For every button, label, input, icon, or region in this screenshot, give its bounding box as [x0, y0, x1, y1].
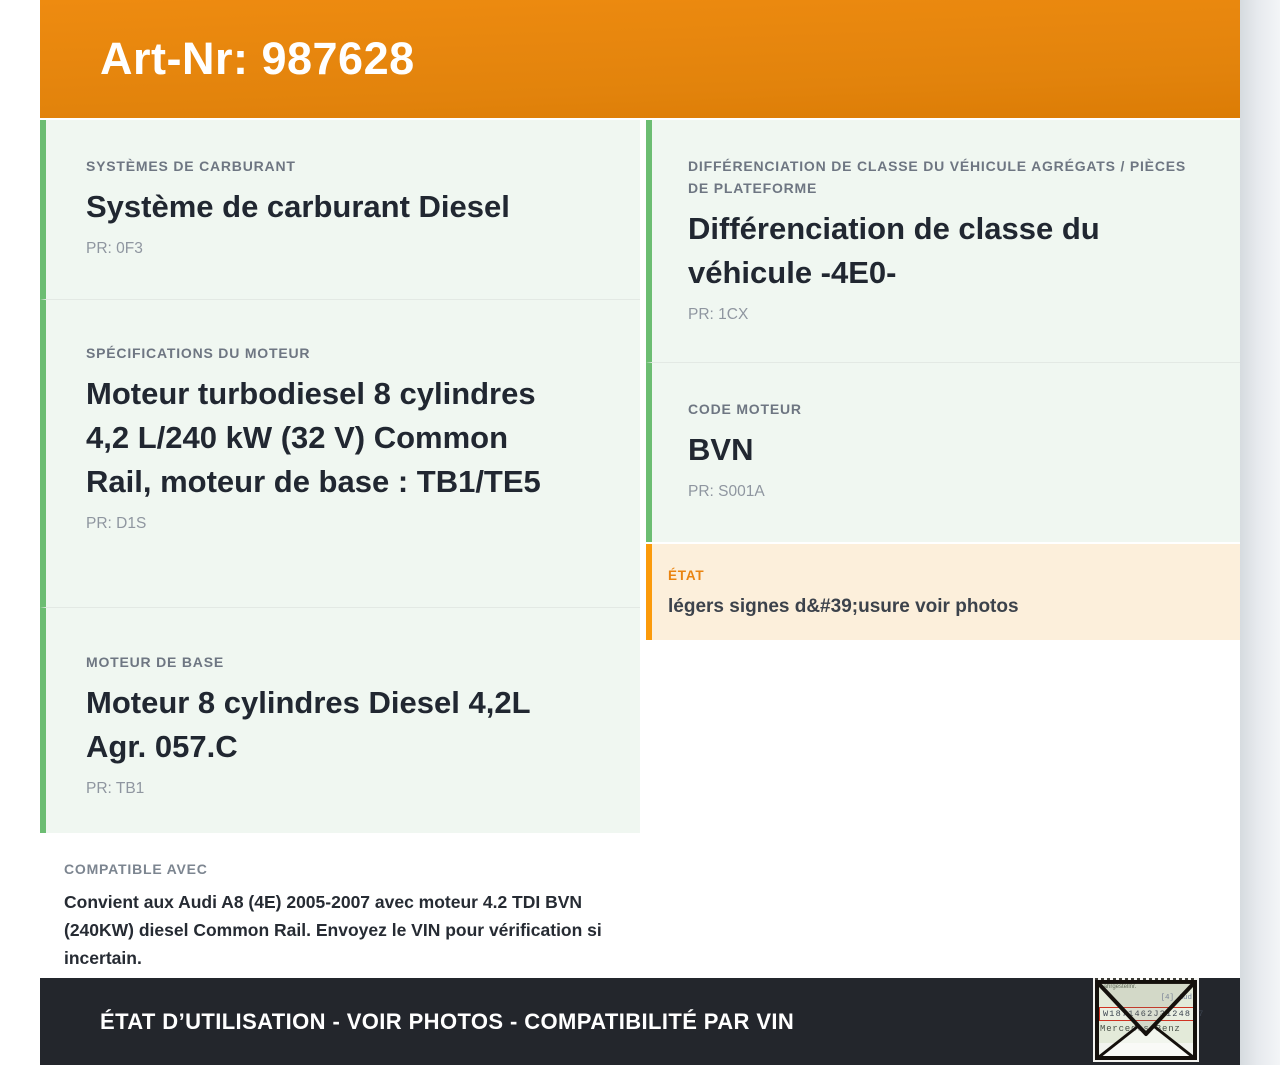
article-number-title: Art-Nr: 987628 — [100, 33, 415, 84]
right-column: DIFFÉRENCIATION DE CLASSE DU VÉHICULE AG… — [646, 120, 1240, 640]
listing-page: Art-Nr: 987628 SYSTÈMES DE CARBURANT Sys… — [0, 0, 1280, 1065]
vehicle-class-label: DIFFÉRENCIATION DE CLASSE DU VÉHICULE AG… — [688, 158, 1187, 196]
right-edge-shadow — [1240, 0, 1280, 1065]
fuel-system-pr-code: PR: 0F3 — [86, 240, 143, 257]
engine-code-card: CODE MOTEUR BVN PR: S001A — [646, 362, 1240, 542]
footer-text: ÉTAT D’UTILISATION - VOIR PHOTOS - COMPA… — [100, 1008, 795, 1034]
fuel-system-title: Système de carburant Diesel — [86, 189, 510, 224]
base-engine-title: Moteur 8 cylindres Diesel 4,2L Agr. 057.… — [86, 685, 530, 764]
engine-code-title: BVN — [688, 432, 754, 467]
engine-code-label: CODE MOTEUR — [688, 401, 802, 417]
condition-text: légers signes d&#39;usure voir photos — [668, 596, 1019, 617]
footer-bar: ÉTAT D’UTILISATION - VOIR PHOTOS - COMPA… — [40, 978, 1240, 1065]
engine-code-pr-code: PR: S001A — [688, 483, 765, 500]
fuel-system-label: SYSTÈMES DE CARBURANT — [86, 158, 296, 174]
compatibility-card: COMPATIBLE AVEC Convient aux Audi A8 (4E… — [40, 834, 640, 978]
engine-spec-title: Moteur turbodiesel 8 cylindres 4,2 L/240… — [86, 376, 541, 499]
compatibility-text: Convient aux Audi A8 (4E) 2005-2007 avec… — [64, 892, 602, 968]
engine-spec-card: SPÉCIFICATIONS DU MOTEUR Moteur turbodie… — [40, 299, 640, 607]
vehicle-class-card: DIFFÉRENCIATION DE CLASSE DU VÉHICULE AG… — [646, 120, 1240, 362]
compatibility-label: COMPATIBLE AVEC — [64, 861, 208, 877]
base-engine-pr-code: PR: TB1 — [86, 780, 145, 797]
registration-document-image: Fahrgestellnr. [4] Aud W1871462J31248 7 … — [1093, 978, 1203, 1062]
engine-spec-pr-code: PR: D1S — [86, 515, 147, 532]
header-bar: Art-Nr: 987628 — [40, 0, 1240, 118]
condition-card: ÉTAT légers signes d&#39;usure voir phot… — [646, 544, 1240, 640]
vehicle-class-title: Différenciation de classe du véhicule -4… — [688, 211, 1100, 290]
vehicle-class-pr-code: PR: 1CX — [688, 306, 749, 323]
base-engine-label: MOTEUR DE BASE — [86, 654, 224, 670]
vin-suffix: 7 — [1198, 1009, 1204, 1019]
base-engine-card: MOTEUR DE BASE Moteur 8 cylindres Diesel… — [40, 607, 640, 833]
left-column: SYSTÈMES DE CARBURANT Système de carbura… — [40, 120, 640, 833]
fuel-system-card: SYSTÈMES DE CARBURANT Système de carbura… — [40, 120, 640, 299]
engine-spec-label: SPÉCIFICATIONS DU MOTEUR — [86, 345, 311, 361]
envelope-icon — [1095, 980, 1197, 1060]
condition-label: ÉTAT — [668, 568, 705, 583]
